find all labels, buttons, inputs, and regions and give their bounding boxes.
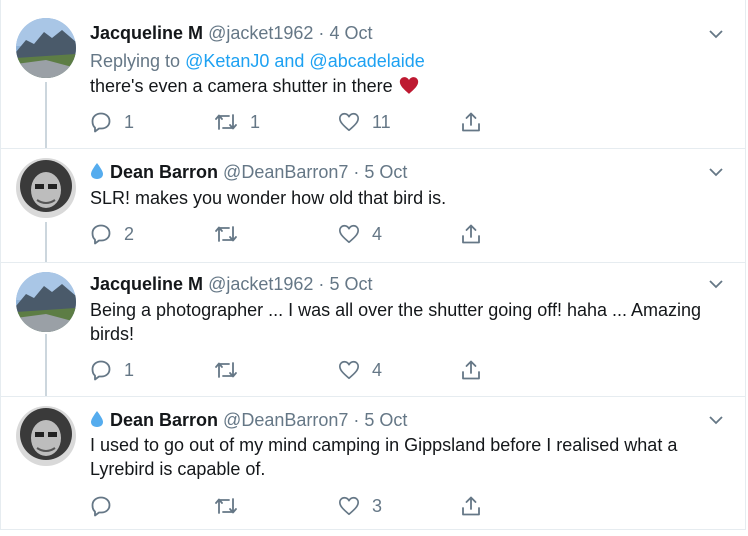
tweet-actions: 3 [90, 495, 730, 519]
tweet[interactable]: Jacqueline M @jacket1962 · 4 Oct Replyin… [0, 0, 746, 148]
tweet-text: there's even a camera shutter in there [90, 76, 393, 96]
like-count: 4 [372, 224, 383, 244]
share-button[interactable] [460, 359, 482, 381]
replying-label: Replying to [90, 51, 181, 71]
heart-icon [339, 112, 359, 132]
share-button[interactable] [460, 111, 482, 133]
tweet-text: SLR! makes you wonder how old that bird … [90, 188, 447, 208]
reply-count: 1 [124, 360, 135, 380]
share-button[interactable] [460, 495, 482, 517]
replying-to-users-link[interactable]: @KetanJ0 and @abcadelaide [185, 51, 425, 71]
reply-count: 2 [124, 224, 135, 244]
like-count: 3 [372, 496, 383, 516]
reply-button[interactable] [90, 495, 124, 517]
tweet-header: Dean Barron @DeanBarron7 · 5 Oct [90, 161, 407, 183]
retweet-button[interactable] [214, 223, 250, 245]
like-button[interactable]: 3 [338, 495, 382, 517]
like-button[interactable]: 4 [338, 359, 382, 381]
retweet-icon [215, 362, 237, 378]
reply-button[interactable]: 1 [90, 111, 134, 133]
water-drop-icon [91, 411, 103, 427]
tweet[interactable]: Dean Barron @DeanBarron7 · 5 Oct I used … [0, 396, 746, 530]
tweet-actions: 1 4 [90, 359, 730, 383]
avatar[interactable] [16, 18, 76, 78]
retweet-icon [215, 498, 237, 514]
tweet-header: Jacqueline M @jacket1962 · 4 Oct [90, 22, 372, 44]
display-name[interactable]: Jacqueline M [90, 274, 203, 294]
heart-icon [339, 360, 359, 380]
avatar[interactable] [16, 158, 76, 218]
retweet-button[interactable] [214, 359, 250, 381]
like-button[interactable]: 11 [338, 111, 391, 133]
like-count: 11 [372, 112, 391, 132]
retweet-icon [215, 226, 237, 242]
reply-button[interactable]: 1 [90, 359, 134, 381]
share-icon [462, 112, 480, 132]
retweet-button[interactable]: 1 [214, 111, 260, 133]
user-handle[interactable]: @jacket1962 [208, 274, 313, 294]
separator-dot: · [318, 23, 325, 43]
display-name[interactable]: Dean Barron [110, 162, 218, 182]
user-handle[interactable]: @jacket1962 [208, 23, 313, 43]
chevron-down-icon[interactable] [708, 276, 724, 292]
avatar[interactable] [16, 272, 76, 332]
separator-dot: · [318, 274, 325, 294]
tweet[interactable]: Jacqueline M @jacket1962 · 5 Oct Being a… [0, 262, 746, 396]
chevron-down-icon[interactable] [708, 26, 724, 42]
tweet-text-container: there's even a camera shutter in there [90, 74, 730, 101]
retweet-button[interactable] [214, 495, 250, 517]
red-heart-icon [399, 76, 419, 101]
reply-icon [91, 224, 111, 245]
display-name[interactable]: Dean Barron [110, 410, 218, 430]
user-handle[interactable]: @DeanBarron7 [223, 162, 348, 182]
separator-dot: · [353, 162, 360, 182]
heart-icon [339, 224, 359, 244]
tweet[interactable]: Dean Barron @DeanBarron7 · 5 Oct SLR! ma… [0, 148, 746, 262]
share-icon [462, 360, 480, 380]
tweet-header: Dean Barron @DeanBarron7 · 5 Oct [90, 409, 407, 431]
reply-icon [91, 112, 111, 133]
replying-to: Replying to @KetanJ0 and @abcadelaide [90, 50, 425, 72]
tweet-date[interactable]: 5 Oct [329, 274, 372, 294]
water-drop-icon [91, 163, 103, 179]
share-button[interactable] [460, 223, 482, 245]
separator-dot: · [353, 410, 360, 430]
like-button[interactable]: 4 [338, 223, 382, 245]
chevron-down-icon[interactable] [708, 164, 724, 180]
tweet-text: I used to go out of my mind camping in G… [90, 435, 678, 479]
tweet-header: Jacqueline M @jacket1962 · 5 Oct [90, 273, 372, 295]
tweet-actions: 2 4 [90, 223, 730, 247]
reply-icon [91, 496, 111, 517]
tweet-text: Being a photographer ... I was all over … [90, 300, 702, 344]
reply-button[interactable]: 2 [90, 223, 134, 245]
user-handle[interactable]: @DeanBarron7 [223, 410, 348, 430]
avatar[interactable] [16, 406, 76, 466]
display-name[interactable]: Jacqueline M [90, 23, 203, 43]
tweet-actions: 1 1 11 [90, 111, 730, 135]
tweet-date[interactable]: 5 Oct [364, 410, 407, 430]
heart-icon [339, 496, 359, 516]
tweet-date[interactable]: 5 Oct [364, 162, 407, 182]
share-icon [462, 224, 480, 244]
retweet-icon [215, 114, 237, 130]
chevron-down-icon[interactable] [708, 412, 724, 428]
tweet-date[interactable]: 4 Oct [329, 23, 372, 43]
share-icon [462, 496, 480, 516]
reply-icon [91, 360, 111, 381]
like-count: 4 [372, 360, 383, 380]
retweet-count: 1 [250, 112, 261, 132]
reply-count: 1 [124, 112, 135, 132]
